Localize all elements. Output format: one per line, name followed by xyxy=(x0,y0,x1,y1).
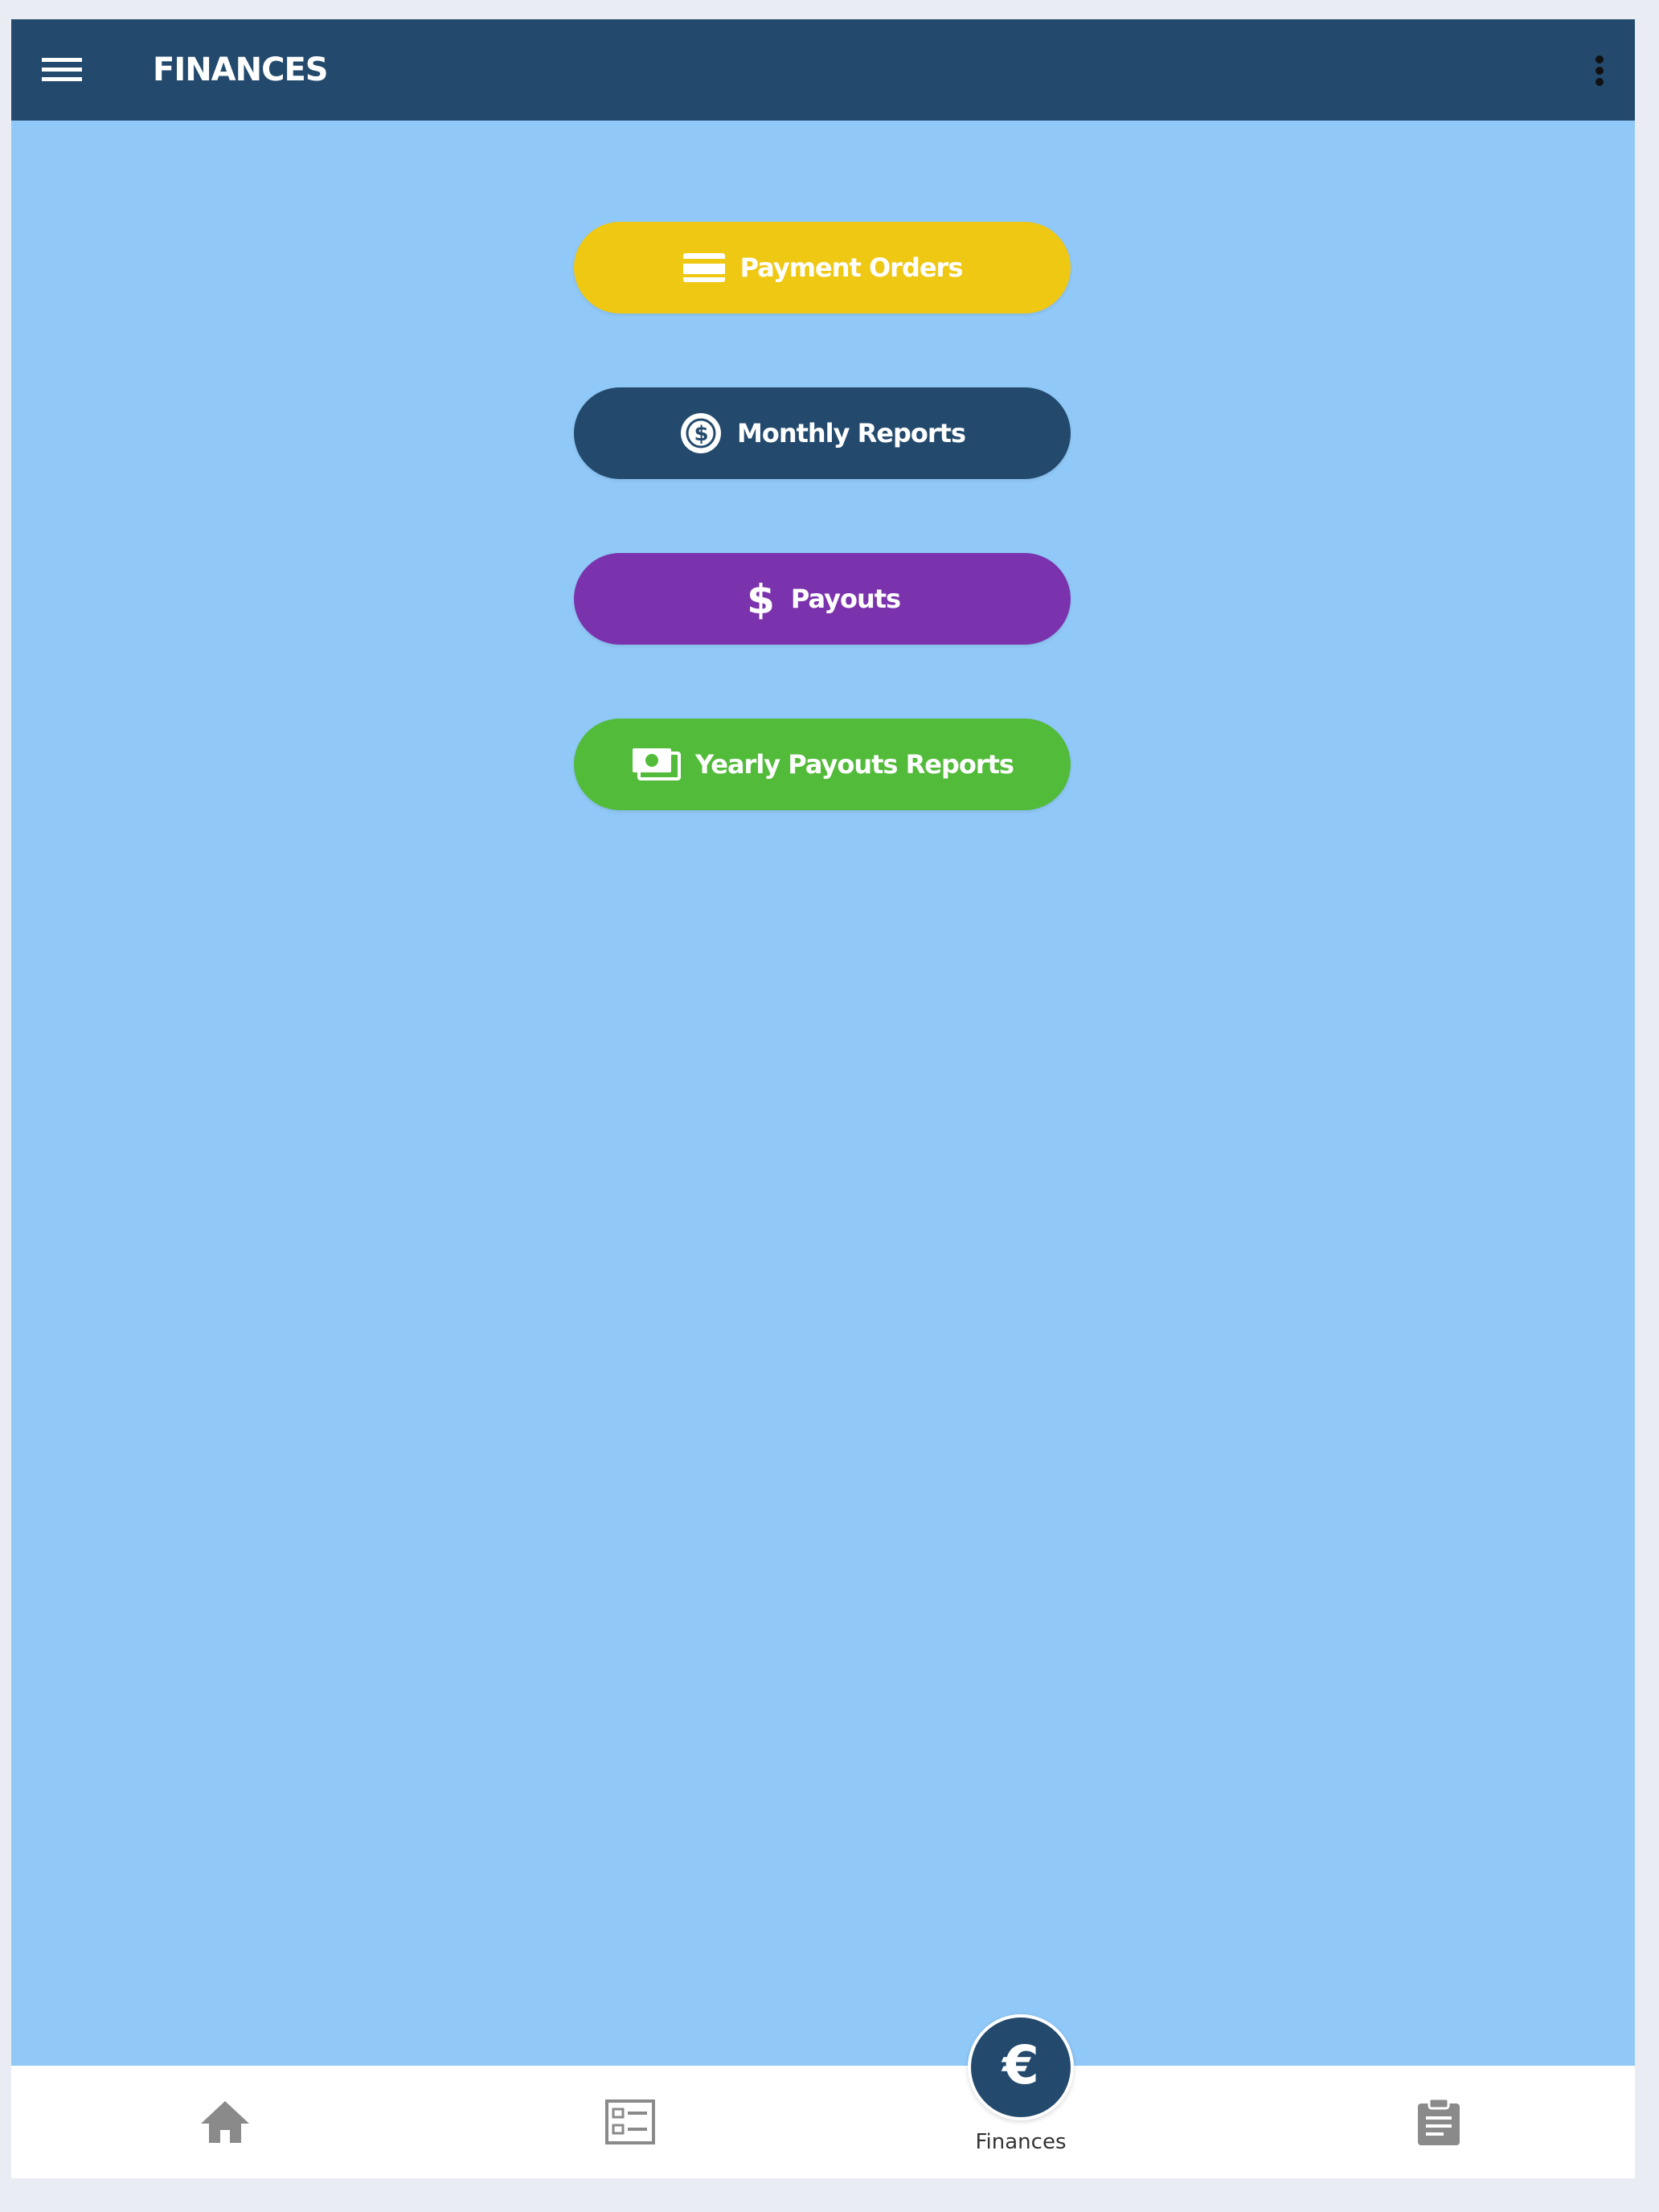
bottom-navigation-bar xyxy=(11,2066,1635,2178)
hamburger-menu-icon xyxy=(42,58,82,81)
yearly-payouts-reports-button[interactable]: Yearly Payouts Reports xyxy=(574,719,1071,810)
svg-text:$: $ xyxy=(747,576,774,621)
payment-orders-button[interactable]: Payment Orders xyxy=(574,222,1071,313)
vertical-dots-icon xyxy=(1596,55,1604,86)
nav-clipboard[interactable] xyxy=(1358,2066,1519,2178)
payouts-button[interactable]: $ Payouts xyxy=(574,553,1071,645)
app-screen: FINANCES Payment Orders $ Monthly Report… xyxy=(11,19,1635,2178)
yearly-payouts-reports-label: Yearly Payouts Reports xyxy=(695,749,1014,780)
more-options-button[interactable] xyxy=(1583,51,1616,90)
credit-card-icon xyxy=(682,252,726,283)
nav-finances-label: Finances xyxy=(975,2130,1067,2154)
nav-checklist[interactable] xyxy=(550,2066,711,2178)
top-app-bar: FINANCES xyxy=(11,19,1635,121)
svg-text:$: $ xyxy=(694,422,707,446)
euro-icon: € xyxy=(1001,2034,1039,2096)
monthly-reports-button[interactable]: $ Monthly Reports xyxy=(574,387,1071,479)
nav-finances[interactable]: € xyxy=(968,2014,1074,2120)
monthly-reports-label: Monthly Reports xyxy=(736,418,966,449)
page-title: FINANCES xyxy=(153,51,329,88)
dollar-circle-icon: $ xyxy=(679,412,723,455)
payouts-label: Payouts xyxy=(790,584,901,614)
svg-text:€: € xyxy=(1001,2034,1039,2096)
checklist-icon xyxy=(605,2099,655,2144)
clipboard-icon xyxy=(1418,2097,1460,2145)
menu-button[interactable] xyxy=(42,50,113,90)
nav-home[interactable] xyxy=(145,2066,305,2178)
home-icon xyxy=(201,2101,249,2143)
money-bills-icon xyxy=(631,747,682,782)
dollar-sign-icon: $ xyxy=(744,576,776,621)
payment-orders-label: Payment Orders xyxy=(739,252,964,283)
